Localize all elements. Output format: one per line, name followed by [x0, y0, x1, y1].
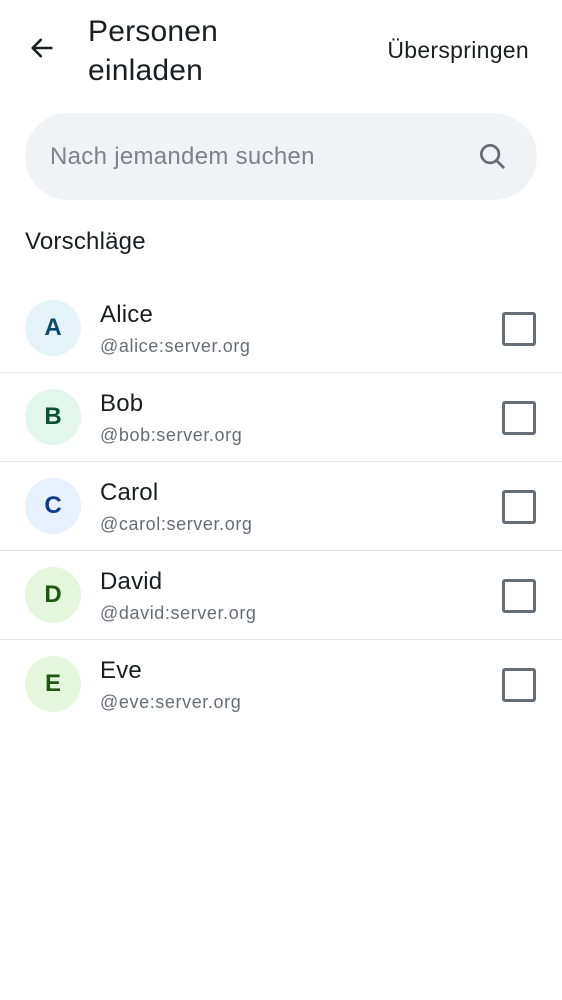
select-checkbox[interactable] [502, 668, 536, 702]
list-item[interactable]: D David @david:server.org [0, 551, 562, 640]
user-name: Bob [100, 390, 144, 417]
avatar: B [25, 389, 81, 445]
user-name: Alice [100, 301, 154, 328]
list-item[interactable]: B Bob @bob:server.org [0, 373, 562, 462]
select-checkbox[interactable] [502, 579, 536, 613]
arrow-left-icon [28, 34, 56, 67]
user-name: Eve [100, 657, 142, 684]
search-input[interactable]: Nach jemandem suchen [25, 113, 537, 200]
avatar: E [25, 656, 81, 712]
suggestions-list: A Alice @alice:server.org B Bob @bob:ser… [0, 284, 562, 728]
avatar: C [25, 478, 81, 534]
search-placeholder: Nach jemandem suchen [50, 143, 315, 170]
select-checkbox[interactable] [502, 490, 536, 524]
list-item[interactable]: A Alice @alice:server.org [0, 284, 562, 373]
search-icon [477, 141, 507, 171]
user-id: @david:server.org [100, 603, 257, 623]
back-button[interactable] [18, 26, 66, 74]
skip-button[interactable]: Überspringen [387, 34, 529, 66]
select-checkbox[interactable] [502, 401, 536, 435]
avatar: A [25, 300, 81, 356]
list-item[interactable]: C Carol @carol:server.org [0, 462, 562, 551]
page-title: Personen einladen [88, 15, 219, 87]
list-item[interactable]: E Eve @eve:server.org [0, 640, 562, 728]
user-id: @bob:server.org [100, 425, 243, 445]
suggestions-heading: Vorschläge [25, 228, 146, 255]
top-app-bar: Personen einladen Überspringen [0, 0, 562, 100]
user-id: @eve:server.org [100, 692, 242, 712]
invite-people-screen: Personen einladen Überspringen Nach jema… [0, 0, 562, 1000]
user-id: @carol:server.org [100, 514, 253, 534]
avatar: D [25, 567, 81, 623]
user-name: Carol [100, 479, 159, 506]
user-name: David [100, 568, 163, 595]
user-id: @alice:server.org [100, 336, 251, 356]
select-checkbox[interactable] [502, 312, 536, 346]
